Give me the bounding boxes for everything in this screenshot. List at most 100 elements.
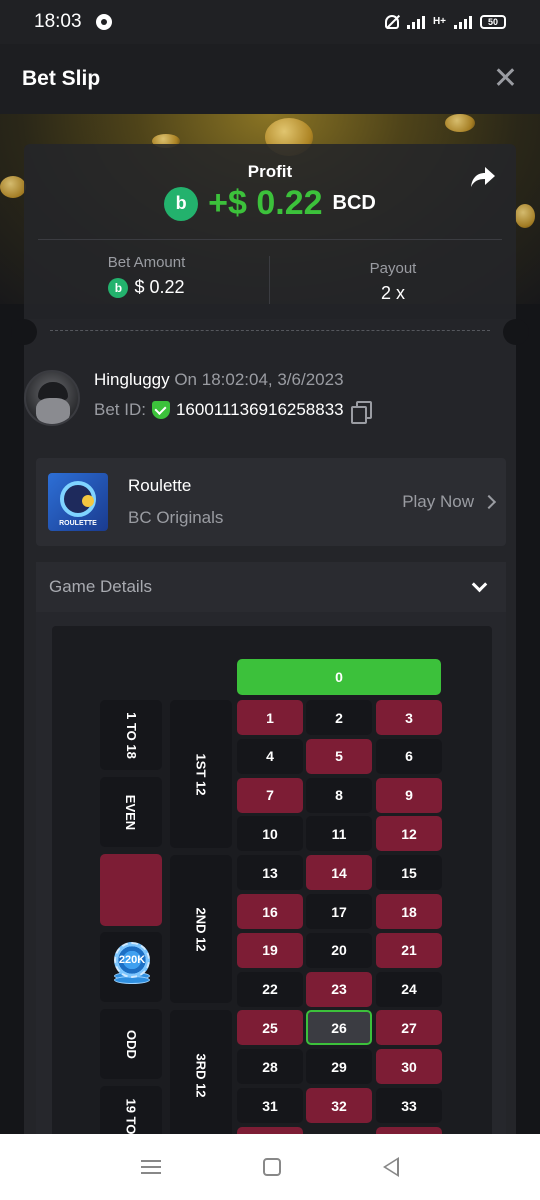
- profit-card: Profit b +$ 0.22 BCD Bet Amount b $ 0.22…: [24, 144, 516, 347]
- chip-face: 220K: [114, 942, 150, 978]
- divider: [38, 239, 502, 240]
- decor-coin: [0, 176, 26, 198]
- profit-label: Profit: [247, 162, 293, 181]
- user-line: Hingluggy On 18:02:04, 3/6/2023: [94, 370, 372, 390]
- roulette-number-13[interactable]: 13: [237, 855, 303, 891]
- roulette-number-19[interactable]: 19: [237, 932, 303, 968]
- user-row: Hingluggy On 18:02:04, 3/6/2023 Bet ID: …: [24, 370, 372, 426]
- user-name[interactable]: Hingluggy: [94, 370, 170, 389]
- payout-stat: Payout 2 x: [270, 260, 516, 304]
- roulette-number-14[interactable]: 14: [306, 855, 372, 891]
- bet-chip[interactable]: 220K: [114, 942, 150, 986]
- play-now-label: Play Now: [402, 492, 474, 511]
- home-icon[interactable]: [263, 1158, 281, 1176]
- close-button[interactable]: ✕: [493, 64, 518, 94]
- roulette-number-6[interactable]: 6: [376, 738, 442, 774]
- bet-id-label: Bet ID:: [94, 400, 146, 419]
- roulette-number-10[interactable]: 10: [237, 816, 303, 852]
- roulette-number-2[interactable]: 2: [306, 700, 372, 735]
- outside-19-to-36[interactable]: 19 TO: [100, 1086, 162, 1134]
- dozen-2nd-12[interactable]: 2ND 12: [170, 855, 232, 1003]
- game-name: Roulette: [128, 476, 192, 495]
- notch-right: [503, 319, 529, 345]
- recent-apps-icon[interactable]: [141, 1160, 161, 1174]
- system-nav-bar: [0, 1134, 540, 1200]
- avatar[interactable]: [24, 370, 80, 426]
- dozen-label: 2ND 12: [193, 906, 209, 952]
- outside-label: EVEN: [123, 794, 139, 830]
- roulette-number-8[interactable]: 8: [306, 777, 372, 813]
- chevron-down-icon: [471, 576, 488, 592]
- dozen-label: 3RD 12: [193, 1052, 209, 1098]
- roulette-number-20[interactable]: 20: [306, 932, 372, 968]
- roulette-number-3[interactable]: 3: [376, 700, 442, 735]
- roulette-number-24[interactable]: 24: [376, 971, 442, 1007]
- thumbnail-label: ROULETTE: [59, 520, 97, 527]
- roulette-number-11[interactable]: 11: [306, 816, 372, 852]
- roulette-number-5[interactable]: 5: [306, 738, 372, 774]
- outside-odd[interactable]: ODD: [100, 1009, 162, 1079]
- status-bar: 18:03 H+ 50: [0, 0, 540, 44]
- bet-amount-label: Bet Amount: [107, 254, 186, 271]
- bet-amount-value-row: b $ 0.22: [24, 277, 269, 298]
- roulette-number-22[interactable]: 22: [237, 971, 303, 1007]
- roulette-cell-partial[interactable]: [376, 1127, 442, 1134]
- payout-value: 2 x: [380, 283, 405, 303]
- roulette-number-9[interactable]: 9: [376, 777, 442, 813]
- chrome-icon: [95, 14, 112, 30]
- profit-currency: BCD: [332, 192, 376, 214]
- roulette-number-7[interactable]: 7: [237, 777, 303, 813]
- outside-1-to-18[interactable]: 1 TO 18: [100, 700, 162, 770]
- game-info: Roulette BC Originals: [128, 476, 223, 528]
- roulette-number-25[interactable]: 25: [237, 1010, 303, 1046]
- roulette-number-29[interactable]: 29: [306, 1049, 372, 1085]
- roulette-number-33[interactable]: 33: [376, 1088, 442, 1123]
- battery-icon: 50: [480, 15, 506, 29]
- back-icon[interactable]: [383, 1157, 399, 1177]
- roulette-number-32[interactable]: 32: [306, 1088, 372, 1123]
- roulette-number-30[interactable]: 30: [376, 1049, 442, 1085]
- roulette-number-27[interactable]: 27: [376, 1010, 442, 1046]
- share-icon[interactable]: [470, 166, 496, 188]
- roulette-number-17[interactable]: 17: [306, 894, 372, 929]
- roulette-cell-partial[interactable]: [237, 1127, 303, 1134]
- play-now-button[interactable]: Play Now: [402, 492, 497, 512]
- status-time: 18:03: [34, 11, 82, 32]
- bet-slip-content[interactable]: Profit b +$ 0.22 BCD Bet Amount b $ 0.22…: [0, 114, 540, 1134]
- outside-label: ODD: [123, 1029, 139, 1059]
- decor-coin: [445, 114, 475, 132]
- roulette-number-12[interactable]: 12: [376, 816, 442, 852]
- copy-icon[interactable]: [350, 401, 372, 424]
- roulette-number-23[interactable]: 23: [306, 971, 372, 1007]
- bet-id-row: Bet ID: 160011136916258833: [94, 400, 372, 424]
- roulette-number-28[interactable]: 28: [237, 1049, 303, 1085]
- roulette-number-31[interactable]: 31: [237, 1088, 303, 1123]
- game-link-row[interactable]: ROULETTE Roulette BC Originals Play Now: [36, 458, 506, 546]
- roulette-number-16[interactable]: 16: [237, 894, 303, 929]
- roulette-number-26[interactable]: 26: [306, 1010, 372, 1046]
- page-title: Bet Slip: [22, 67, 101, 90]
- roulette-wheel-icon: [60, 481, 96, 517]
- roulette-zero[interactable]: 0: [237, 659, 441, 695]
- profit-row: b +$ 0.22 BCD: [24, 184, 516, 223]
- roulette-number-21[interactable]: 21: [376, 932, 442, 968]
- roulette-number-1[interactable]: 1: [237, 700, 303, 735]
- roulette-number-15[interactable]: 15: [376, 855, 442, 891]
- dozen-3rd-12[interactable]: 3RD 12: [170, 1010, 232, 1134]
- outside-even[interactable]: EVEN: [100, 777, 162, 847]
- game-details-toggle[interactable]: Game Details: [36, 562, 506, 612]
- dozen-1st-12[interactable]: 1ST 12: [170, 700, 232, 848]
- decor-coin: [515, 204, 535, 228]
- roulette-number-18[interactable]: 18: [376, 894, 442, 929]
- user-info: Hingluggy On 18:02:04, 3/6/2023 Bet ID: …: [94, 370, 372, 426]
- signal-icon-2: [454, 15, 472, 29]
- roulette-thumbnail: ROULETTE: [48, 473, 108, 531]
- bet-timestamp: On 18:02:04, 3/6/2023: [169, 370, 344, 389]
- profit-value: +$ 0.22: [208, 184, 323, 222]
- mute-bell-icon: [384, 15, 399, 29]
- outside-red[interactable]: [100, 854, 162, 926]
- roulette-number-4[interactable]: 4: [237, 738, 303, 774]
- header: Bet Slip ✕: [0, 44, 540, 114]
- dozen-label: 1ST 12: [193, 753, 209, 795]
- network-type: H+: [432, 16, 446, 27]
